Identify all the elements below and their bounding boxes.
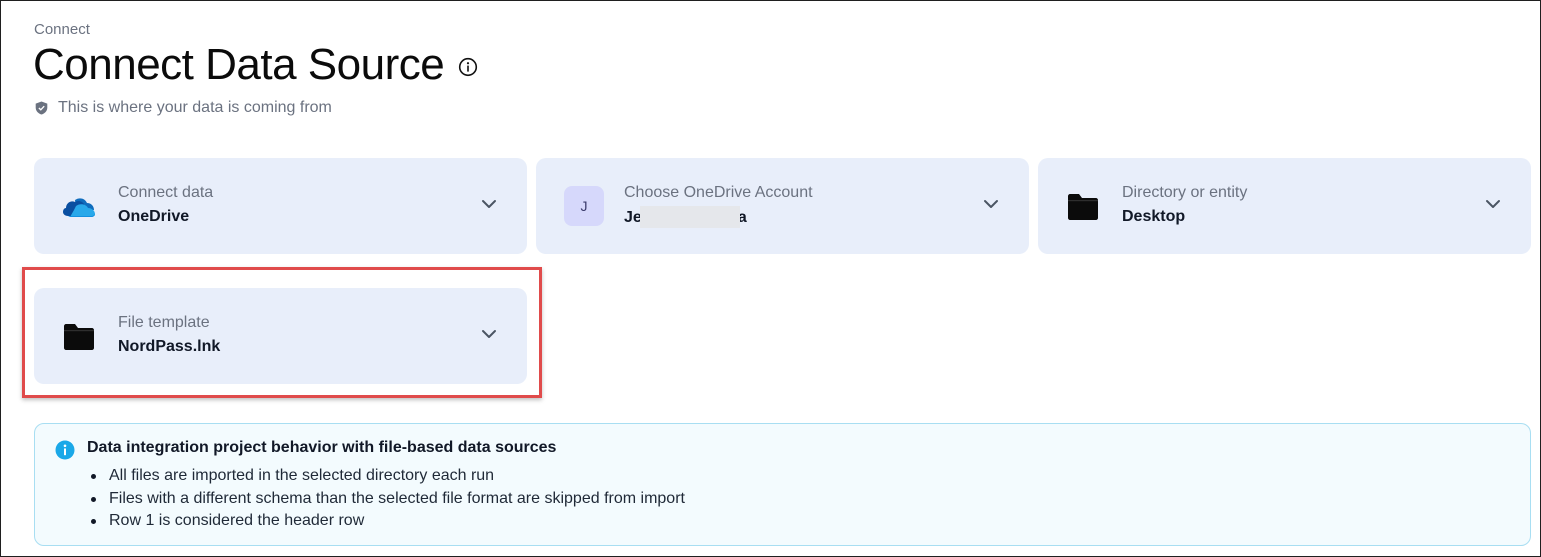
breadcrumb[interactable]: Connect bbox=[34, 21, 90, 38]
subtitle-text: This is where your data is coming from bbox=[58, 99, 332, 116]
title-row: Connect Data Source bbox=[33, 38, 478, 92]
info-filled-icon bbox=[55, 440, 75, 460]
card-value: Desktop bbox=[1122, 208, 1186, 225]
chevron-down-icon bbox=[482, 330, 496, 338]
info-icon[interactable] bbox=[458, 57, 478, 77]
card-value: Je a bbox=[624, 206, 813, 229]
connect-data-dropdown[interactable]: Connect data OneDrive bbox=[34, 158, 527, 254]
folder-icon bbox=[64, 324, 94, 350]
notice-list: All files are imported in the selected d… bbox=[91, 465, 685, 533]
avatar: J bbox=[564, 186, 604, 226]
file-template-dropdown[interactable]: File template NordPass.lnk bbox=[34, 288, 527, 384]
info-notice: Data integration project behavior with f… bbox=[34, 423, 1531, 546]
directory-texts: Directory or entity Desktop bbox=[1122, 184, 1247, 227]
card-label: File template bbox=[118, 314, 210, 331]
page-title: Connect Data Source bbox=[33, 40, 445, 89]
subtitle: This is where your data is coming from bbox=[35, 99, 332, 117]
chevron-down-icon bbox=[1486, 200, 1500, 208]
card-label: Connect data bbox=[118, 184, 214, 201]
card-value: OneDrive bbox=[118, 208, 190, 225]
choose-account-dropdown[interactable]: J Choose OneDrive Account Je a bbox=[536, 158, 1029, 254]
onedrive-cloud-icon bbox=[63, 198, 95, 217]
card-label: Directory or entity bbox=[1122, 184, 1248, 201]
folder-icon bbox=[1068, 194, 1098, 220]
list-item: Row 1 is considered the header row bbox=[91, 510, 685, 533]
card-label: Choose OneDrive Account bbox=[624, 184, 813, 201]
directory-dropdown[interactable]: Directory or entity Desktop bbox=[1038, 158, 1531, 254]
chevron-down-icon bbox=[482, 200, 496, 208]
notice-title: Data integration project behavior with f… bbox=[87, 439, 557, 456]
connect-data-texts: Connect data OneDrive bbox=[118, 184, 213, 227]
redacted-block bbox=[639, 206, 740, 228]
chevron-down-icon bbox=[984, 200, 998, 208]
list-item: Files with a different schema than the s… bbox=[91, 488, 685, 511]
list-item: All files are imported in the selected d… bbox=[91, 465, 685, 488]
file-template-texts: File template NordPass.lnk bbox=[118, 314, 220, 357]
account-value-prefix: J bbox=[624, 209, 633, 227]
card-value: NordPass.lnk bbox=[118, 338, 221, 355]
choose-account-texts: Choose OneDrive Account Je a bbox=[624, 184, 813, 229]
shield-check-icon bbox=[35, 101, 48, 115]
